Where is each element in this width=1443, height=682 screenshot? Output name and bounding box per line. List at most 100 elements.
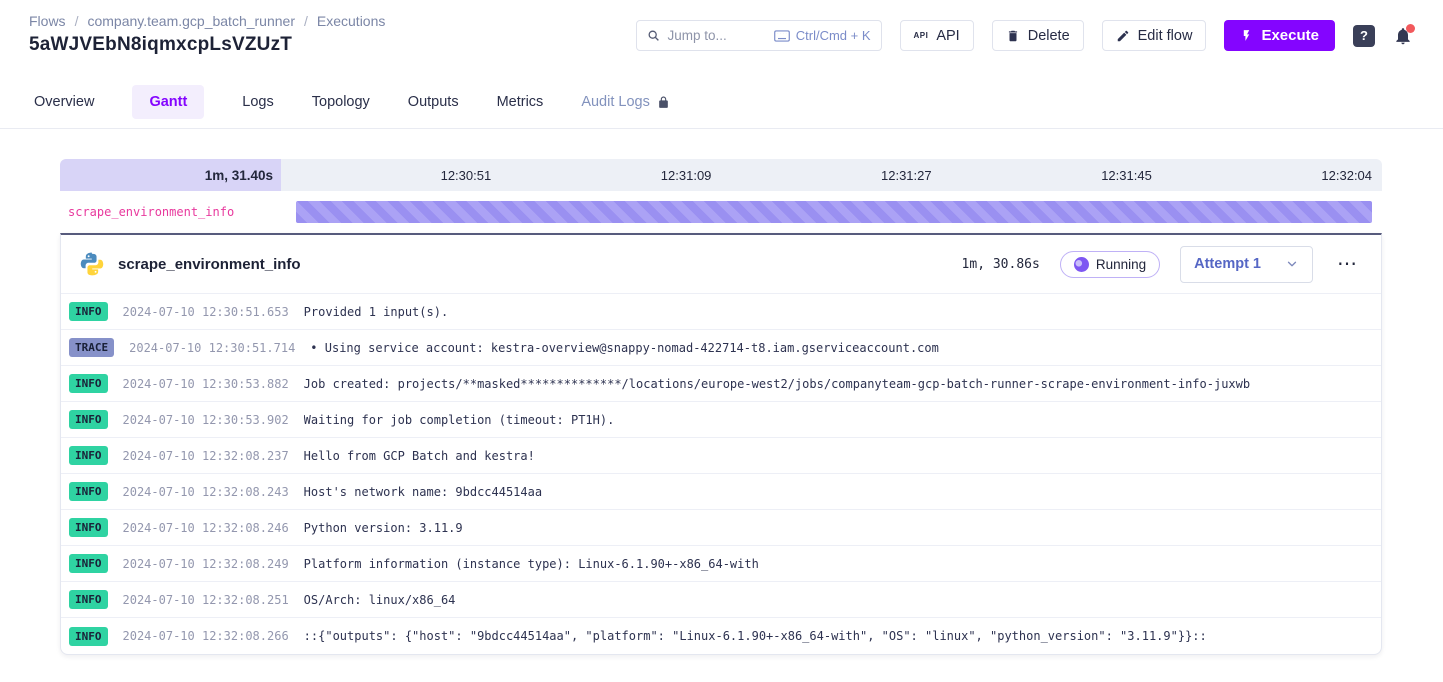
attempt-label: Attempt 1	[1194, 256, 1261, 272]
log-level-badge: INFO	[69, 590, 108, 609]
toolbar: Jump to... Ctrl/Cmd + K API API	[636, 20, 1414, 51]
gantt-progress-bar[interactable]	[296, 201, 1372, 223]
log-timestamp: 2024-07-10 12:32:08.246	[123, 521, 289, 535]
log-row: INFO 2024-07-10 12:32:08.266 ::{"outputs…	[61, 618, 1381, 654]
lock-icon	[657, 96, 670, 109]
log-list: INFO 2024-07-10 12:30:51.653 Provided 1 …	[61, 294, 1381, 654]
running-status-icon	[1074, 257, 1089, 272]
tab[interactable]: Metrics	[497, 85, 544, 119]
log-timestamp: 2024-07-10 12:32:08.237	[123, 449, 289, 463]
gantt-tick-label: 12:31:45	[942, 159, 1162, 191]
log-message: Python version: 3.11.9	[304, 521, 463, 535]
execute-button-label: Execute	[1261, 27, 1319, 44]
gantt-timeline-header: 1m, 31.40s 12:30:5112:31:0912:31:2712:31…	[60, 159, 1382, 191]
task-name: scrape_environment_info	[118, 256, 301, 273]
tab-label: Metrics	[497, 94, 544, 110]
log-level-badge: INFO	[69, 554, 108, 573]
log-level-badge: TRACE	[69, 338, 114, 357]
breadcrumb-item[interactable]: Flows	[29, 13, 87, 29]
pencil-icon	[1116, 29, 1130, 43]
search-placeholder: Jump to...	[668, 28, 766, 43]
log-row: INFO 2024-07-10 12:32:08.243 Host's netw…	[61, 474, 1381, 510]
tab-label: Outputs	[408, 94, 459, 110]
tab[interactable]: Logs	[242, 85, 273, 119]
task-card: scrape_environment_info 1m, 30.86s Runni…	[60, 233, 1382, 655]
notifications-bell-icon[interactable]	[1393, 26, 1413, 46]
gantt-bar-area	[296, 201, 1382, 223]
main-content: 1m, 31.40s 12:30:5112:31:0912:31:2712:31…	[0, 129, 1443, 655]
log-level-badge: INFO	[69, 374, 108, 393]
log-timestamp: 2024-07-10 12:32:08.249	[123, 557, 289, 571]
log-message: Hello from GCP Batch and kestra!	[304, 449, 535, 463]
tab-label: Topology	[312, 94, 370, 110]
gantt-task-row: scrape_environment_info	[60, 191, 1382, 233]
edit-flow-button[interactable]: Edit flow	[1102, 20, 1207, 51]
gantt-total-duration: 1m, 31.40s	[60, 159, 281, 191]
log-timestamp: 2024-07-10 12:30:53.882	[123, 377, 289, 391]
tab[interactable]: Outputs	[408, 85, 459, 119]
log-message: Platform information (instance type): Li…	[304, 557, 759, 571]
log-row: INFO 2024-07-10 12:32:08.246 Python vers…	[61, 510, 1381, 546]
attempt-dropdown[interactable]: Attempt 1	[1180, 246, 1313, 283]
keyboard-shortcut: Ctrl/Cmd + K	[774, 28, 871, 43]
delete-button[interactable]: Delete	[992, 20, 1084, 51]
log-message: OS/Arch: linux/x86_64	[304, 593, 456, 607]
status-label: Running	[1096, 257, 1146, 272]
search-icon	[647, 29, 660, 42]
log-message: ::{"outputs": {"host": "9bdcc44514aa", "…	[304, 629, 1207, 643]
gantt-task-label[interactable]: scrape_environment_info	[60, 205, 296, 219]
log-timestamp: 2024-07-10 12:32:08.243	[123, 485, 289, 499]
breadcrumb-item[interactable]: company.team.gcp_batch_runner	[87, 13, 316, 29]
api-icon: API	[914, 31, 929, 40]
task-duration: 1m, 30.86s	[962, 257, 1040, 272]
notification-dot	[1406, 24, 1415, 33]
log-timestamp: 2024-07-10 12:30:51.653	[123, 305, 289, 319]
log-timestamp: 2024-07-10 12:30:51.714	[129, 341, 295, 355]
tab[interactable]: Overview	[34, 85, 94, 119]
log-message: Job created: projects/**masked**********…	[304, 377, 1250, 391]
delete-button-label: Delete	[1028, 28, 1070, 44]
tab[interactable]: Topology	[312, 85, 370, 119]
tab[interactable]: Gantt	[132, 85, 204, 119]
tab-label: Overview	[34, 94, 94, 110]
execute-button[interactable]: Execute	[1224, 20, 1335, 51]
log-row: INFO 2024-07-10 12:30:51.653 Provided 1 …	[61, 294, 1381, 330]
task-menu-button[interactable]: ⋯	[1333, 254, 1361, 274]
log-row: INFO 2024-07-10 12:30:53.882 Job created…	[61, 366, 1381, 402]
breadcrumb-item[interactable]: Executions	[317, 13, 385, 29]
help-icon[interactable]: ?	[1353, 25, 1375, 47]
log-row: INFO 2024-07-10 12:32:08.237 Hello from …	[61, 438, 1381, 474]
gantt-tick-label: 12:32:04	[1162, 159, 1382, 191]
gantt-tick-label: 12:31:27	[721, 159, 941, 191]
gantt-tick-label: 12:30:51	[281, 159, 501, 191]
shortcut-label: Ctrl/Cmd + K	[796, 28, 871, 43]
gantt-total-duration-label: 1m, 31.40s	[205, 168, 273, 183]
help-glyph: ?	[1360, 28, 1368, 43]
tab-bar: Overview Gantt Logs	[0, 76, 1443, 129]
log-level-badge: INFO	[69, 482, 108, 501]
log-message: • Using service account: kestra-overview…	[310, 341, 939, 355]
log-row: INFO 2024-07-10 12:30:53.902 Waiting for…	[61, 402, 1381, 438]
api-button[interactable]: API API	[900, 20, 974, 51]
status-badge: Running	[1060, 251, 1160, 278]
log-level-badge: INFO	[69, 302, 108, 321]
chevron-down-icon	[1285, 257, 1299, 271]
task-header-controls: 1m, 30.86s Running Attempt 1 ⋯	[962, 246, 1361, 283]
keyboard-icon	[774, 30, 790, 42]
task-header: scrape_environment_info 1m, 30.86s Runni…	[61, 235, 1381, 294]
log-row: INFO 2024-07-10 12:32:08.249 Platform in…	[61, 546, 1381, 582]
tab-label: Gantt	[149, 94, 187, 110]
log-row: INFO 2024-07-10 12:32:08.251 OS/Arch: li…	[61, 582, 1381, 618]
trash-icon	[1006, 29, 1020, 43]
log-timestamp: 2024-07-10 12:30:53.902	[123, 413, 289, 427]
tab-label: Logs	[242, 94, 273, 110]
log-level-badge: INFO	[69, 518, 108, 537]
log-message: Host's network name: 9bdcc44514aa	[304, 485, 542, 499]
log-row: TRACE 2024-07-10 12:30:51.714 • Using se…	[61, 330, 1381, 366]
tab[interactable]: Audit Logs	[581, 85, 670, 119]
log-message: Provided 1 input(s).	[304, 305, 449, 319]
search-input[interactable]: Jump to... Ctrl/Cmd + K	[636, 20, 882, 51]
page-header: Flowscompany.team.gcp_batch_runnerExecut…	[0, 0, 1443, 76]
log-level-badge: INFO	[69, 627, 108, 646]
log-timestamp: 2024-07-10 12:32:08.266	[123, 629, 289, 643]
